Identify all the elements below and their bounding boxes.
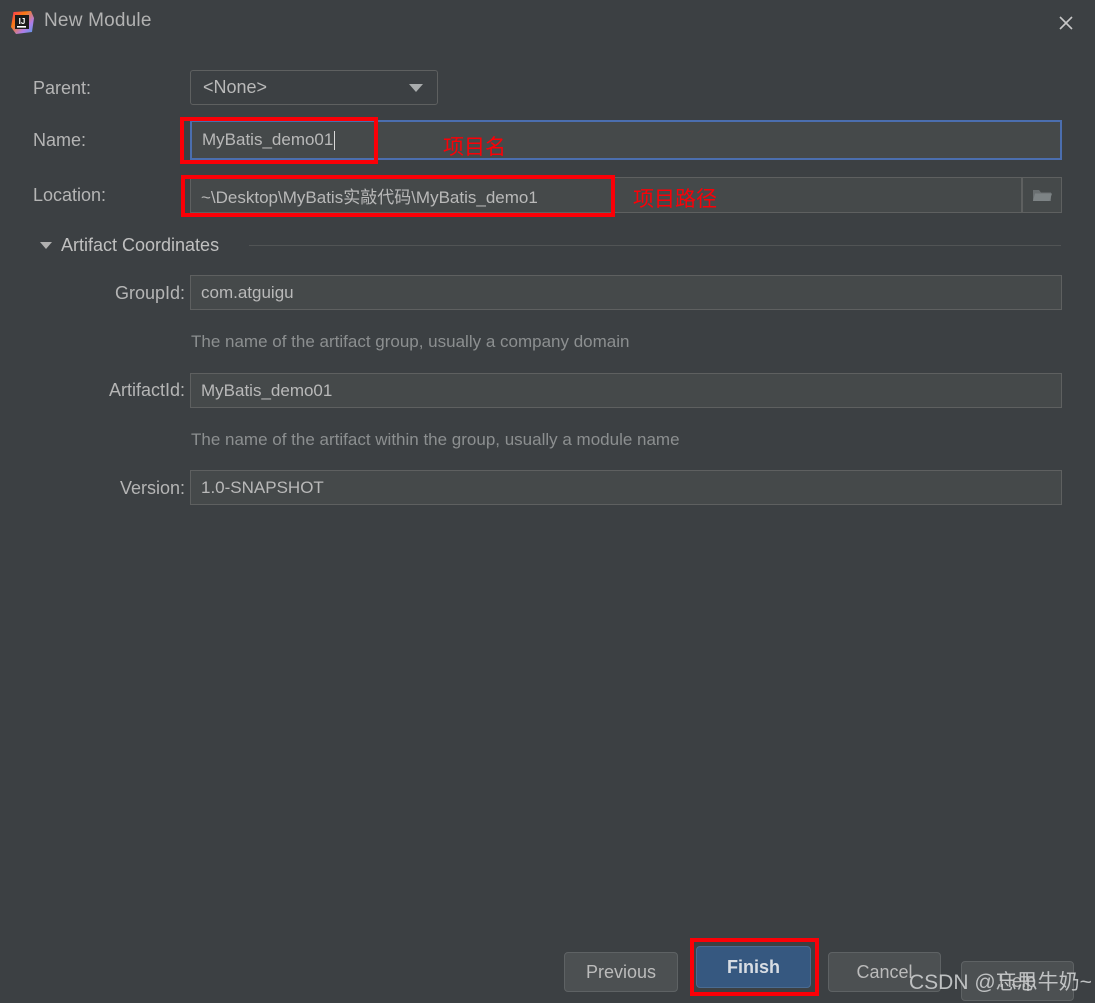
text-caret bbox=[334, 130, 336, 150]
group-id-value: com.atguigu bbox=[201, 282, 294, 302]
artifact-id-input[interactable]: MyBatis_demo01 bbox=[190, 373, 1062, 408]
group-id-label: GroupId: bbox=[114, 283, 185, 303]
dialog-title: New Module bbox=[44, 10, 152, 31]
new-module-dialog: IJ New Module Parent: <None> Name: MyBat… bbox=[0, 0, 1095, 1003]
name-label: Name: bbox=[33, 130, 87, 150]
name-input[interactable]: MyBatis_demo01 bbox=[190, 120, 1062, 160]
version-value: 1.0-SNAPSHOT bbox=[201, 477, 324, 497]
artifact-coordinates-section-label: Artifact Coordinates bbox=[61, 235, 220, 255]
folder-icon bbox=[1033, 190, 1052, 201]
parent-combobox[interactable]: <None> bbox=[190, 70, 438, 105]
parent-selected-value: <None> bbox=[203, 77, 268, 97]
svg-text:IJ: IJ bbox=[19, 17, 26, 26]
csdn-watermark: CSDN @忘思牛奶~ bbox=[909, 971, 1092, 994]
location-annotation-text: 项目路径 bbox=[633, 188, 717, 211]
location-input-value: ~\Desktop\MyBatis实敲代码\MyBatis_demo1 bbox=[201, 187, 538, 207]
dialog-title-bar: IJ New Module bbox=[0, 0, 1095, 45]
intellij-idea-logo-icon: IJ bbox=[10, 10, 35, 35]
chevron-down-icon bbox=[409, 83, 423, 92]
name-annotation-text: 项目名 bbox=[443, 136, 506, 159]
version-input[interactable]: 1.0-SNAPSHOT bbox=[190, 470, 1062, 505]
parent-label: Parent: bbox=[33, 78, 92, 98]
group-id-input[interactable]: com.atguigu bbox=[190, 275, 1062, 310]
triangle-down-icon bbox=[40, 242, 52, 249]
artifact-id-hint: The name of the artifact within the grou… bbox=[191, 430, 680, 449]
location-label: Location: bbox=[33, 185, 107, 205]
name-input-value: MyBatis_demo01 bbox=[202, 130, 334, 149]
artifact-id-label: ArtifactId: bbox=[108, 380, 185, 400]
location-input[interactable]: ~\Desktop\MyBatis实敲代码\MyBatis_demo1 bbox=[190, 177, 1022, 213]
finish-button[interactable]: Finish bbox=[696, 946, 811, 988]
location-browse-button[interactable] bbox=[1022, 177, 1062, 213]
section-divider bbox=[249, 245, 1061, 246]
artifact-id-value: MyBatis_demo01 bbox=[201, 380, 333, 400]
artifact-coordinates-section-toggle[interactable]: Artifact Coordinates bbox=[40, 235, 219, 256]
previous-button[interactable]: Previous bbox=[564, 952, 678, 992]
version-label: Version: bbox=[119, 478, 185, 498]
group-id-hint: The name of the artifact group, usually … bbox=[191, 332, 630, 351]
close-icon[interactable] bbox=[1051, 8, 1081, 38]
